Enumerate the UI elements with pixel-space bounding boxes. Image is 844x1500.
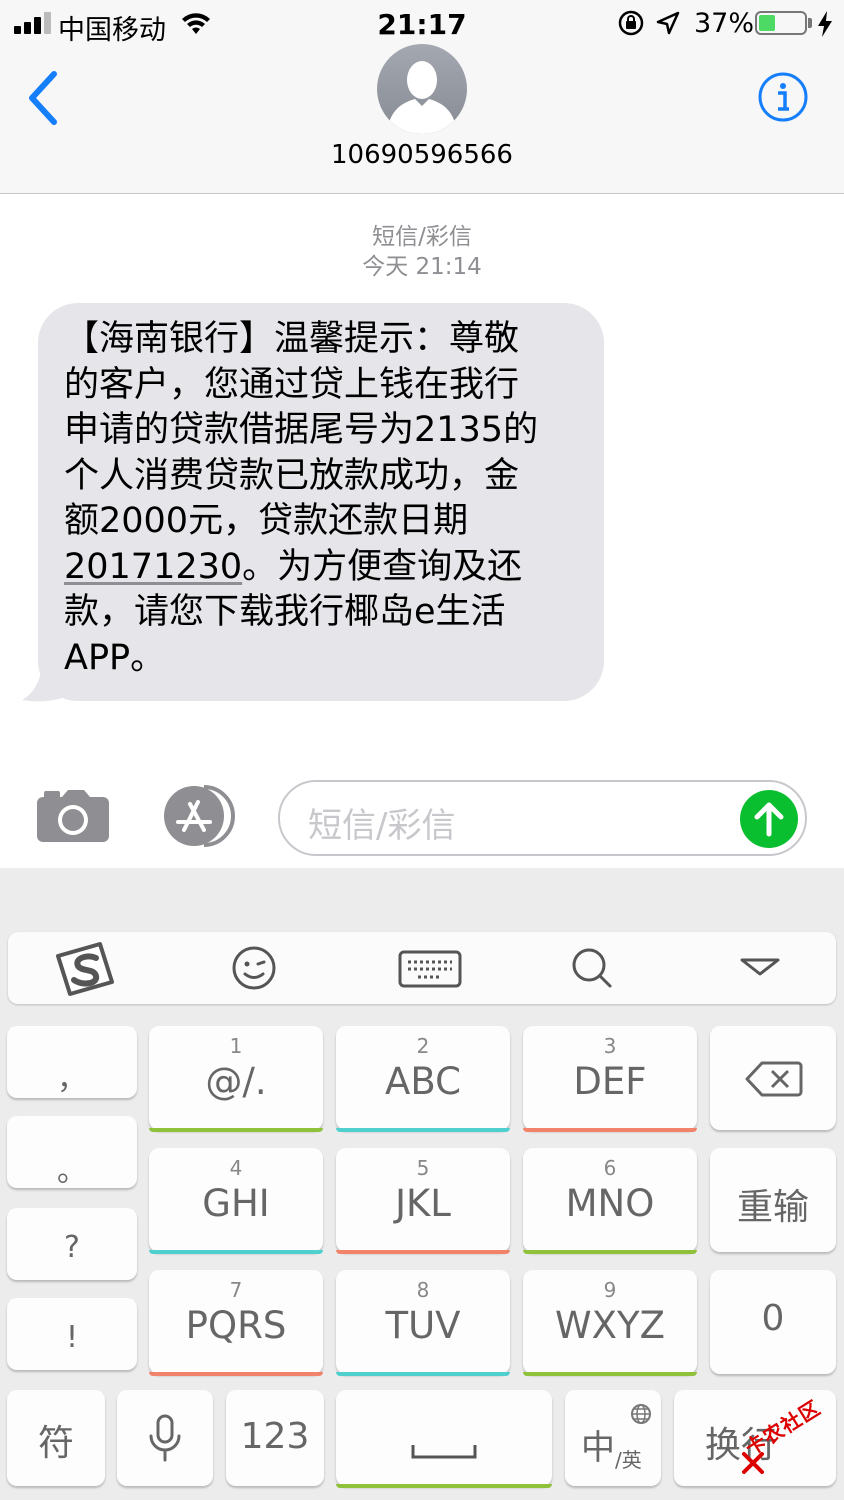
globe-icon [631, 1404, 651, 1424]
backspace-key[interactable] [710, 1026, 836, 1130]
key-3[interactable]: 3 DEF [523, 1026, 697, 1132]
search-icon[interactable] [562, 940, 622, 996]
battery-percent: 37% [694, 8, 755, 39]
message-line: 款，请您下载我行椰岛e生活 [64, 592, 506, 632]
compose-bar: 短信/彩信 [0, 756, 844, 868]
key-1[interactable]: 1 @/. [149, 1026, 323, 1132]
info-button[interactable] [757, 71, 809, 123]
key-period[interactable]: 。 [7, 1116, 137, 1189]
key-8[interactable]: 8 TUV [336, 1270, 510, 1376]
battery-icon [755, 11, 807, 35]
key-0[interactable]: 0 [710, 1270, 836, 1374]
send-button[interactable] [740, 790, 798, 848]
message-input[interactable]: 短信/彩信 [278, 780, 807, 856]
app-store-button[interactable] [156, 784, 240, 852]
key-6[interactable]: 6 MNO [523, 1148, 697, 1254]
key-7[interactable]: 7 PQRS [149, 1270, 323, 1376]
key-color-bar [523, 1372, 697, 1376]
key-2[interactable]: 2 ABC [336, 1026, 510, 1132]
key-color-bar [336, 1372, 510, 1376]
key-comma[interactable]: ， [7, 1026, 137, 1098]
message-line: 20171230。为方便查询及还 [64, 545, 584, 591]
info-icon [758, 72, 808, 122]
key-color-bar [149, 1250, 323, 1254]
message-timestamp: 今天 21:14 [362, 254, 482, 280]
contact-number[interactable]: 10690596566 [0, 140, 844, 170]
space-key[interactable] [336, 1390, 552, 1488]
key-5[interactable]: 5 JKL [336, 1148, 510, 1254]
language-switch-key[interactable]: 中 /英 [565, 1390, 661, 1486]
back-button[interactable] [22, 70, 66, 126]
charging-bolt-icon [816, 10, 834, 42]
message-line: APP。 [64, 637, 166, 678]
contact-avatar[interactable] [377, 44, 467, 134]
key-color-bar [336, 1250, 510, 1254]
person-silhouette-icon [387, 61, 457, 134]
key-4[interactable]: 4 GHI [149, 1148, 323, 1254]
backspace-icon [745, 1061, 803, 1097]
keyboard-layout-icon[interactable] [392, 940, 468, 996]
arrow-up-icon [754, 802, 784, 837]
camera-icon [37, 790, 109, 842]
key-color-bar [523, 1128, 697, 1132]
symbols-key[interactable]: 符 [7, 1390, 105, 1486]
key-color-bar [149, 1372, 323, 1376]
microphone-icon [149, 1414, 181, 1462]
retype-key[interactable]: 重输 [710, 1148, 836, 1252]
voice-input-key[interactable] [117, 1390, 213, 1486]
camera-button[interactable] [36, 789, 110, 847]
collapse-keyboard-icon[interactable] [730, 940, 790, 996]
sogou-keyboard: ， 。 ? ! 1 @/. 2 ABC 3 DEF 4 GHI 5 JKL 6 MNO 重输… [0, 868, 844, 1500]
orientation-lock-icon [617, 9, 645, 41]
message-line: 个人消费贷款已放款成功，金 [64, 455, 520, 496]
keyboard-toolbar [8, 932, 836, 1004]
app-store-icon [164, 785, 235, 847]
status-bar: 中国移动 21:17 37% [0, 0, 844, 48]
emoji-icon[interactable] [224, 940, 284, 996]
battery-level [759, 15, 776, 31]
conversation-header: 10690596566 [0, 44, 844, 194]
message-line: 申请的贷款借据尾号为2135的 [64, 410, 539, 450]
key-exclamation[interactable]: ! [7, 1298, 137, 1370]
message-line: 【海南银行】温馨提示：尊敬 [64, 319, 520, 359]
service-label: 短信/彩信 [372, 224, 472, 250]
key-color-bar [149, 1128, 323, 1132]
key-9[interactable]: 9 WXYZ [523, 1270, 697, 1376]
key-question[interactable]: ? [7, 1208, 137, 1280]
space-icon [411, 1445, 477, 1459]
numeric-key[interactable]: 123 [226, 1390, 324, 1486]
key-color-bar [523, 1250, 697, 1254]
sogou-logo-icon[interactable] [52, 940, 118, 996]
message-meta: 短信/彩信 今天 21:14 [0, 222, 844, 282]
key-color-bar [336, 1128, 510, 1132]
message-line-rest: 。为方便查询及还 [242, 546, 523, 587]
key-color-bar [336, 1484, 552, 1488]
incoming-message-bubble[interactable]: 【海南银行】温馨提示：尊敬 的客户，您通过贷上钱在我行 申请的贷款借据尾号为2135… [38, 303, 604, 701]
date-link[interactable]: 20171230 [64, 547, 242, 587]
battery-tip [808, 18, 812, 28]
location-arrow-icon [655, 10, 681, 40]
message-line: 额2000元，贷款还款日期 [64, 501, 469, 541]
message-input-placeholder: 短信/彩信 [308, 806, 456, 846]
message-line: 的客户，您通过贷上钱在我行 [64, 364, 520, 405]
